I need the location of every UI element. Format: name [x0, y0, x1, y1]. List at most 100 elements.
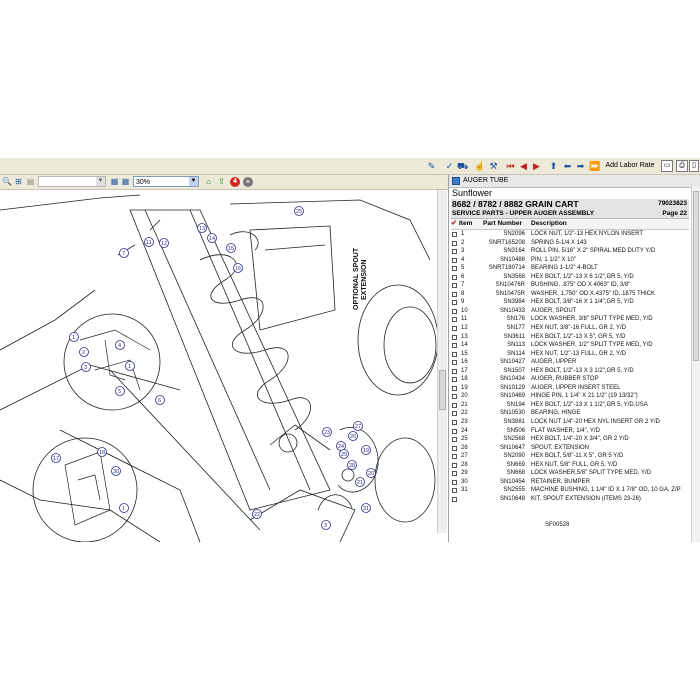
row-checkbox[interactable] [452, 334, 457, 340]
layer-icon[interactable]: ▤ [26, 177, 35, 186]
left-arrow-icon[interactable]: ⬅ [562, 160, 573, 172]
table-row[interactable]: 7 SN10476R BUSHING, .875" OD X 4063" ID, 3… [451, 281, 689, 290]
table-row[interactable]: 20 SN10469 HINGE PIN, 1 1/4" X 21 1/2" (19… [451, 392, 689, 401]
table-row[interactable]: 13 SN3611 HEX BOLT, 1/2"-13 X 5", GR 5, Y/… [451, 333, 689, 342]
callout[interactable]: 25 [294, 206, 304, 216]
table-row[interactable]: 30 SN10454 RETAINER, BUMPER [451, 478, 689, 487]
callout[interactable]: 19 [361, 445, 371, 455]
table-row[interactable]: 31 SN2555 MACHINE BUSHING, 1 1/4" ID X 1 7… [451, 486, 689, 495]
row-checkbox[interactable] [452, 411, 457, 417]
check-icon[interactable]: ✓ [444, 160, 455, 172]
callout[interactable]: 23 [322, 427, 332, 437]
row-checkbox[interactable] [452, 437, 457, 443]
column-header-description[interactable]: Description [531, 219, 567, 229]
print-icon[interactable]: ⎙ [676, 160, 688, 172]
table-row[interactable]: 3 SN3164 ROLL PIN, 5/16" X 2" SPIRAL MED D… [451, 247, 689, 256]
table-row[interactable]: 28 SN669 HEX NUT, 5/8" FULL, GR 5, Y/D [451, 461, 689, 470]
callout[interactable]: 30 [111, 466, 121, 476]
callout[interactable]: 22 [252, 509, 262, 519]
table-row[interactable]: 6 SN3568 HEX BOLT, 1/2"-13 X 6 1/2",GR 5, … [451, 273, 689, 282]
table-row[interactable]: 5 SNRT180714 BEARING 1-1/2" 4-BOLT [451, 264, 689, 273]
callout[interactable]: 27 [353, 421, 363, 431]
alert-badge[interactable]: 4 [230, 177, 240, 187]
callout[interactable]: 15 [226, 243, 236, 253]
table-row[interactable]: 22 SN10530 BEARING, HINGE [451, 409, 689, 418]
callout[interactable]: 20 [366, 468, 376, 478]
row-checkbox[interactable] [452, 283, 457, 289]
callout[interactable]: 21 [355, 477, 365, 487]
row-checkbox[interactable] [452, 496, 457, 502]
row-checkbox[interactable] [452, 240, 457, 246]
row-checkbox[interactable] [452, 471, 457, 477]
callout[interactable]: 18 [97, 447, 107, 457]
callout[interactable]: 29 [339, 449, 349, 459]
panel-icon[interactable]: ▯ [689, 160, 699, 172]
callout[interactable]: 5 [115, 386, 125, 396]
zoom-next-icon[interactable]: ▦ [121, 177, 130, 186]
window-icon[interactable]: ▭ [661, 160, 673, 172]
export-icon[interactable]: ⇪ [217, 177, 226, 186]
callout[interactable]: 1 [119, 503, 129, 513]
table-row[interactable]: 25 SN2568 HEX BOLT, 1/4"-20 X 3/4", GR 2 Y… [451, 435, 689, 444]
table-row[interactable]: 4 SN10488 PIN, 1 1/2" X 10" [451, 256, 689, 265]
row-checkbox[interactable] [452, 445, 457, 451]
row-checkbox[interactable] [452, 300, 457, 306]
callout[interactable]: 1 [125, 361, 135, 371]
scroll-thumb[interactable] [439, 370, 446, 410]
callout[interactable]: 17 [51, 453, 61, 463]
first-page-icon[interactable]: ⏮ [505, 160, 516, 172]
row-checkbox[interactable] [452, 368, 457, 374]
row-checkbox[interactable] [452, 326, 457, 332]
fast-forward-icon[interactable]: ⏩ [589, 160, 600, 172]
row-checkbox[interactable] [452, 351, 457, 357]
callout[interactable]: 11 [144, 237, 154, 247]
table-row[interactable]: 18 SN10434 AUGER, RUBBER STOP [451, 375, 689, 384]
row-checkbox[interactable] [452, 428, 457, 434]
drawing-vertical-scrollbar[interactable] [437, 190, 447, 533]
table-row[interactable]: 11 SN176 LOCK WASHER, 3/8" SPLIT TYPE MED,… [451, 315, 689, 324]
right-arrow-icon[interactable]: ➡ [575, 160, 586, 172]
row-checkbox[interactable] [452, 420, 457, 426]
table-row[interactable]: 16 SN10427 AUGER, UPPER [451, 358, 689, 367]
row-checkbox[interactable] [452, 385, 457, 391]
scroll-thumb[interactable] [693, 191, 699, 361]
zoom-select[interactable]: 30% ▼ [133, 176, 199, 187]
table-row[interactable]: 8 SN10475R WASHER, 1.750" OD X.4375" ID,.1… [451, 290, 689, 299]
table-row[interactable]: 23 SN3881 LOCK NUT 1/4"-20 HEX NYL INSERT … [451, 418, 689, 427]
callout[interactable]: 3 [81, 362, 91, 372]
zoom-fit-icon[interactable]: ⊞ [14, 177, 23, 186]
callout[interactable]: 2 [79, 347, 89, 357]
callout[interactable]: 28 [347, 460, 357, 470]
row-checkbox[interactable] [452, 488, 457, 494]
next-icon[interactable]: ▶ [531, 160, 542, 172]
row-checkbox[interactable] [452, 266, 457, 272]
row-checkbox[interactable] [452, 317, 457, 323]
zoom-previous-icon[interactable]: ▦ [110, 177, 119, 186]
tools-icon[interactable]: ⚒ [488, 160, 499, 172]
row-checkbox[interactable] [452, 291, 457, 297]
callout[interactable]: 6 [155, 395, 165, 405]
edit-icon[interactable]: ✎ [426, 160, 437, 172]
up-arrow-icon[interactable]: ⬆ [548, 160, 559, 172]
page-select[interactable]: ▼ [38, 176, 106, 187]
previous-icon[interactable]: ◀ [518, 160, 529, 172]
row-checkbox[interactable] [452, 360, 457, 366]
callout[interactable]: 26 [348, 431, 358, 441]
callout[interactable]: 14 [207, 233, 217, 243]
table-row[interactable]: 15 SN114 HEX NUT, 1/2"-13 FULL, GR 2, Y/D [451, 350, 689, 359]
row-checkbox[interactable] [452, 249, 457, 255]
row-checkbox[interactable] [452, 394, 457, 400]
table-row[interactable]: 1 SN2096 LOCK NUT, 1/2"-13 HEX NYLON INSER… [451, 230, 689, 239]
add-icon[interactable]: + [243, 177, 253, 187]
row-checkbox[interactable] [452, 232, 457, 237]
callout[interactable]: 4 [115, 340, 125, 350]
row-checkbox[interactable] [452, 257, 457, 263]
checkmark-icon[interactable]: ✔ [451, 220, 458, 227]
callout[interactable]: 7 [119, 248, 129, 258]
table-row[interactable]: SN10648 KIT, SPOUT EXTENSION (ITEMS 23-26… [451, 495, 689, 504]
zoom-in-icon[interactable]: 🔍 [2, 177, 12, 186]
row-checkbox[interactable] [452, 454, 457, 460]
row-checkbox[interactable] [452, 377, 457, 383]
table-row[interactable]: 29 SN668 LOCK WASHER,5/8" SPLIT TYPE MED, … [451, 469, 689, 478]
row-checkbox[interactable] [452, 343, 457, 349]
